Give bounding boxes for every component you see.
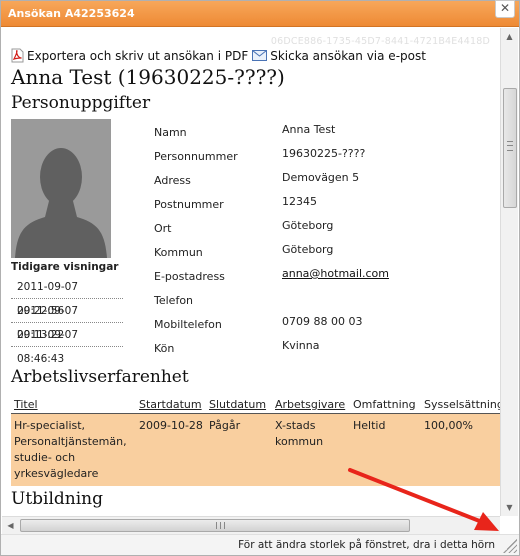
action-links: Exportera och skriv ut ansökan i PDF Ski… [11,48,426,63]
column-header-employer[interactable]: Arbetsgivare [272,393,350,414]
table-row[interactable]: Hr-specialist, Personaltjänstemän, studi… [11,413,500,486]
field-label: Mobiltelefon [154,318,222,331]
table-cell: X-stads kommun [272,413,350,486]
table-cell: 100,00% [421,413,500,486]
vertical-scroll-thumb[interactable] [503,88,517,208]
experience-section-title: Arbetslivserfarenhet [11,367,189,387]
scroll-left-icon[interactable]: ◀ [2,517,19,534]
field-value: Kvinna [282,339,320,352]
window-title: Ansökan A42253624 [8,7,135,20]
table-cell: Hr-specialist, Personaltjänstemän, studi… [11,413,136,486]
content-area: 06DCE886-1735-45D7-8441-4721B4E4418D Exp… [2,28,500,516]
field-value: Göteborg [282,243,334,256]
previous-view-item: 2011-09-07 09:22:56 [11,275,123,317]
previous-view-item: 2011-09-07 09:13:22 [11,299,123,341]
mail-icon [252,50,268,61]
field-label: Kön [154,342,175,355]
field-label: E-postadress [154,270,225,283]
previous-view-item: 2011-09-07 08:46:43 [11,323,123,365]
resize-grip-icon[interactable] [503,539,517,553]
column-header-title[interactable]: Titel [11,393,136,414]
field-value: Göteborg [282,219,334,232]
field-value: Demovägen 5 [282,171,360,184]
window-titlebar[interactable]: Ansökan A42253624 ✕ [1,0,519,27]
field-label: Personnummer [154,150,238,163]
education-section-title: Utbildning [11,489,104,509]
column-header-extent: Omfattning [350,393,421,414]
field-label: Ort [154,222,172,235]
field-label: Adress [154,174,191,187]
column-header-occupation: Sysselsättning [421,393,500,414]
application-guid: 06DCE886-1735-45D7-8441-4721B4E4418D [270,36,490,47]
horizontal-scroll-thumb[interactable] [20,519,410,532]
close-button[interactable]: ✕ [495,0,515,18]
send-email-link[interactable]: Skicka ansökan via e-post [270,49,426,63]
status-bar: För att ändra storlek på fönstret, dra i… [1,534,519,555]
pdf-icon [11,48,24,63]
grip-icon [216,522,225,529]
field-label: Telefon [154,294,194,307]
scroll-down-icon[interactable]: ▼ [501,499,518,516]
field-label: Namn [154,126,187,139]
scroll-right-icon[interactable]: ▶ [483,517,500,534]
table-cell: Pågår [206,413,272,486]
table-cell: Heltid [350,413,421,486]
field-label: Kommun [154,246,203,259]
avatar-placeholder-icon [11,119,111,258]
applicant-heading: Anna Test (19630225-????) [11,65,285,89]
export-pdf-link[interactable]: Exportera och skriv ut ansökan i PDF [27,49,248,63]
personal-section-title: Personuppgifter [11,93,151,113]
horizontal-scrollbar[interactable]: ◀ ▶ [2,516,500,534]
email-link[interactable]: anna@hotmail.com [282,267,389,280]
field-label: Postnummer [154,198,224,211]
field-value: 0709 88 00 03 [282,315,363,328]
resize-hint: För att ändra storlek på fönstret, dra i… [238,539,495,551]
field-value: 12345 [282,195,317,208]
column-header-start[interactable]: Startdatum [136,393,206,414]
grip-icon [507,141,513,151]
field-value: Anna Test [282,123,336,136]
previous-views-heading: Tidigare visningar [11,261,119,273]
experience-table: Titel Startdatum Slutdatum Arbetsgivare … [11,393,500,486]
previous-views-list: 2011-09-07 09:22:56 2011-09-07 09:13:22 … [11,275,123,365]
field-value: 19630225-???? [282,147,366,160]
table-header-row: Titel Startdatum Slutdatum Arbetsgivare … [11,393,500,414]
vertical-scrollbar[interactable]: ▲ ▼ [500,28,518,516]
column-header-end[interactable]: Slutdatum [206,393,272,414]
scroll-up-icon[interactable]: ▲ [501,28,518,45]
table-cell: 2009-10-28 [136,413,206,486]
application-window: Ansökan A42253624 ✕ 06DCE886-1735-45D7-8… [0,0,520,556]
